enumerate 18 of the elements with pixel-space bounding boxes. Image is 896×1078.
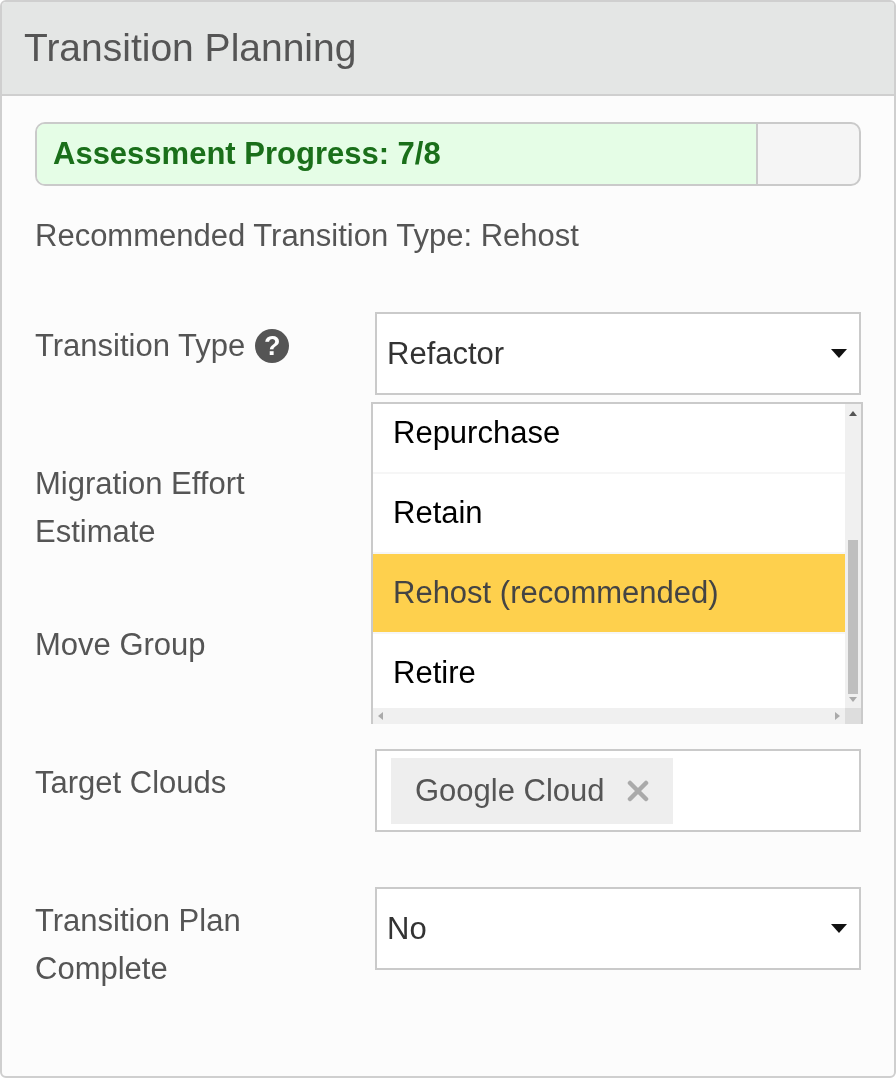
field-label: Migration Effort Estimate <box>35 465 246 551</box>
panel-title: Transition Planning <box>24 26 357 70</box>
tag-field[interactable]: Google Cloud <box>375 749 861 832</box>
help-icon[interactable]: ? <box>255 329 290 363</box>
progress-label: Assessment Progress: 7/8 <box>52 136 441 172</box>
caret-icon <box>831 924 847 933</box>
caret-icon <box>831 349 847 358</box>
remove-icon[interactable] <box>626 779 649 802</box>
tag-chip[interactable]: Google Cloud <box>391 757 673 824</box>
scrollbar-corner <box>845 708 861 724</box>
dropdown-option[interactable]: Rehost (recommended) <box>373 554 845 634</box>
select-field[interactable]: No <box>375 887 861 970</box>
field-label: Target Clouds <box>35 764 227 802</box>
select-field[interactable]: Refactor <box>375 312 861 395</box>
recommendation-text: Recommended Transition Type: Rehost <box>35 218 579 254</box>
field-label: Transition Type <box>35 327 246 365</box>
field-label: Move Group <box>35 626 206 664</box>
field-label: Transition Plan Complete <box>35 902 242 988</box>
